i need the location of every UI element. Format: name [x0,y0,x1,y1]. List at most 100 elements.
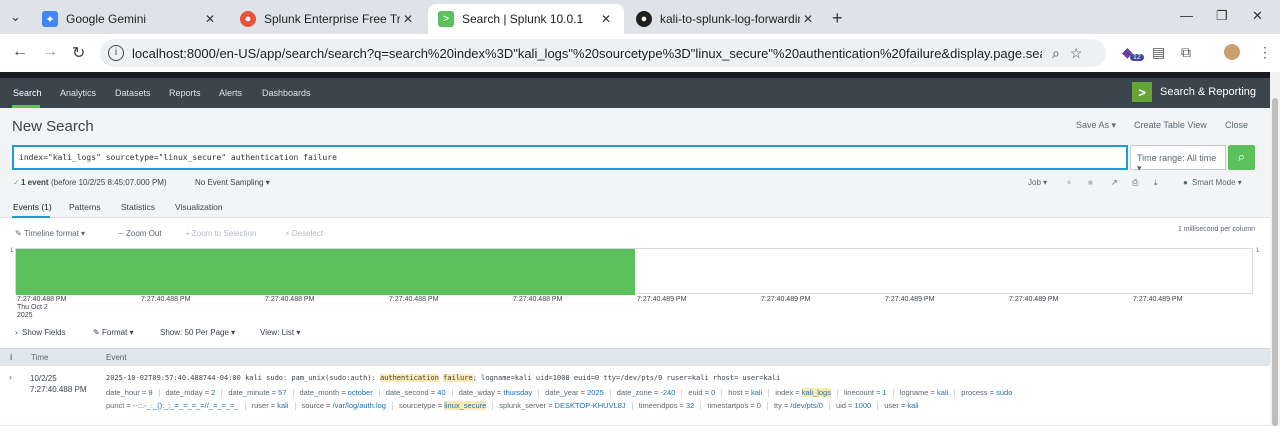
search-mode-dropdown[interactable]: Smart Mode ▾ [1192,178,1242,187]
search-query-input[interactable]: index="kali_logs" sourcetype="linux_secu… [12,145,1128,170]
browser-tab-splunk-trial[interactable]: ● Splunk Enterprise Free Trial | Sp ✕ [230,4,426,34]
field-value[interactable]: 32 [686,401,694,410]
field-value[interactable]: kali [277,401,288,410]
field-value[interactable]: 1 [883,388,887,397]
bookmark-star-icon[interactable]: ☆ [1070,45,1083,62]
zoom-icon[interactable]: ⌕ [1052,45,1060,62]
nav-search[interactable]: Search [13,88,42,98]
highlight-term[interactable]: authentication [379,374,439,382]
print-icon[interactable]: ⎙ [1132,178,1138,188]
nav-dashboards[interactable]: Dashboards [262,88,311,98]
close-tab-icon[interactable]: ✕ [202,12,218,26]
extensions-puzzle-icon[interactable]: ⧉ [1181,44,1191,61]
nav-analytics[interactable]: Analytics [60,88,96,98]
field-value[interactable]: sudo [996,388,1012,397]
browser-menu-icon[interactable]: ⋮ [1258,44,1272,61]
field-value[interactable]: kali [751,388,762,397]
view-dropdown[interactable]: View: List ▾ [260,328,300,337]
app-nav-bar: Search Analytics Datasets Reports Alerts… [0,78,1270,108]
field-value[interactable]: kali_logs [801,388,831,397]
format-dropdown[interactable]: Format ▾ [102,328,134,337]
nav-datasets[interactable]: Datasets [115,88,151,98]
deselect-button[interactable]: × Deselect [285,229,323,238]
field-value[interactable]: 9 [148,388,152,397]
stop-icon[interactable]: ■ [1088,178,1093,187]
splunk-icon: ● [240,11,256,27]
header-time[interactable]: Time [31,353,48,362]
zoom-out-button[interactable]: Zoom Out [126,229,162,238]
field-value[interactable]: 1000 [855,401,872,410]
browser-tab-gemini[interactable]: ✦ Google Gemini ✕ [32,4,228,34]
show-fields-button[interactable]: Show Fields [22,328,66,337]
field-value[interactable]: kali [907,401,918,410]
field-value[interactable]: october [348,388,373,397]
per-page-dropdown[interactable]: Show: 50 Per Page ▾ [160,328,235,337]
tab-statistics[interactable]: Statistics [121,202,155,212]
field-value[interactable]: 0 [757,401,761,410]
save-as-button[interactable]: Save As ▾ [1076,120,1116,131]
search-button[interactable]: ⌕ [1228,145,1255,170]
scrollbar-thumb[interactable] [1272,98,1278,426]
forward-icon[interactable]: → [42,43,58,61]
share-icon[interactable]: ↗ [1111,178,1118,187]
pause-icon[interactable]: ⏸ [1067,178,1071,188]
field-value[interactable]: DESKTOP-KHUVL8J [555,401,626,410]
close-tab-icon[interactable]: ✕ [400,12,416,26]
timeline-event-bar[interactable] [16,249,635,295]
zoom-to-selection-button[interactable]: + Zoom to Selection [185,229,256,238]
export-icon[interactable]: ⤓ [1154,178,1158,188]
minimize-icon[interactable]: — [1180,8,1193,23]
field-separator [294,402,296,411]
wallet-icon[interactable]: ▤ [1152,44,1165,61]
field-value[interactable]: linux_secure [444,401,487,410]
reload-icon[interactable]: ↻ [72,43,85,63]
timeline-chart[interactable]: 1 1 7:27:40.488 PM Thu Oct 2 2025 7:27:40.4… [0,248,1270,328]
event-sampling-dropdown[interactable]: No Event Sampling ▾ [195,178,270,187]
restore-icon[interactable]: ❐ [1216,8,1228,24]
field-name: splunk_server = [499,401,555,410]
close-window-icon[interactable]: ✕ [1252,8,1263,24]
close-tab-icon[interactable]: ✕ [800,12,816,26]
new-tab-icon[interactable]: + [832,8,843,29]
field-value[interactable]: /dev/pts/0 [790,401,823,410]
field-value[interactable]: thursday [503,388,532,397]
field-value[interactable]: 0 [711,388,715,397]
field-name: euid = [688,388,712,397]
highlight-term[interactable]: failure [443,374,473,382]
app-brand[interactable]: > Search & Reporting [1132,82,1256,102]
tab-list-icon[interactable]: ⌄ [10,9,21,25]
nav-reports[interactable]: Reports [169,88,201,98]
search-page: New Search Save As ▾ Create Table View C… [0,108,1270,426]
browser-tab-github[interactable]: ● kali-to-splunk-log-forwarding/ ✕ [626,4,826,34]
close-button[interactable]: Close [1225,120,1248,130]
field-value[interactable]: 2025 [587,388,604,397]
tab-events[interactable]: Events (1) [13,202,52,212]
expand-row-icon[interactable]: › [9,372,12,382]
field-separator [492,402,494,411]
browser-tab-search-splunk[interactable]: > Search | Splunk 10.0.1 ✕ [428,4,624,34]
create-table-view-button[interactable]: Create Table View [1134,120,1207,130]
field-value[interactable]: 2 [211,388,215,397]
time-range-picker[interactable]: Time range: All time ▾ [1130,145,1226,173]
close-tab-icon[interactable]: ✕ [598,12,614,26]
field-value[interactable]: 40 [437,388,445,397]
back-icon[interactable]: ← [12,43,28,61]
tab-visualization[interactable]: Visualization [175,202,223,212]
field-value[interactable]: 57 [278,388,286,397]
event-time[interactable]: 10/2/25 7:27:40.488 PM [30,373,86,395]
job-menu[interactable]: Job ▾ [1028,178,1047,187]
field-separator [378,389,380,398]
nav-alerts[interactable]: Alerts [219,88,242,98]
profile-avatar[interactable] [1224,44,1240,60]
field-value[interactable]: /var/log/auth.log [333,401,386,410]
url-field[interactable]: i localhost:8000/en-US/app/search/search… [100,39,1106,67]
page-scrollbar[interactable] [1270,72,1280,426]
field-separator [768,389,770,398]
tab-patterns[interactable]: Patterns [69,202,101,212]
timeline-format-dropdown[interactable]: Timeline format ▾ [24,229,85,238]
timeline-plot-area[interactable] [15,248,1253,295]
field-value[interactable]: -240 [660,388,675,397]
field-value[interactable]: --::.-_:_():_;_=_=_=_=//_=_=_=_ [133,401,239,410]
field-value[interactable]: kali [937,388,948,397]
site-info-icon[interactable]: i [108,45,124,61]
